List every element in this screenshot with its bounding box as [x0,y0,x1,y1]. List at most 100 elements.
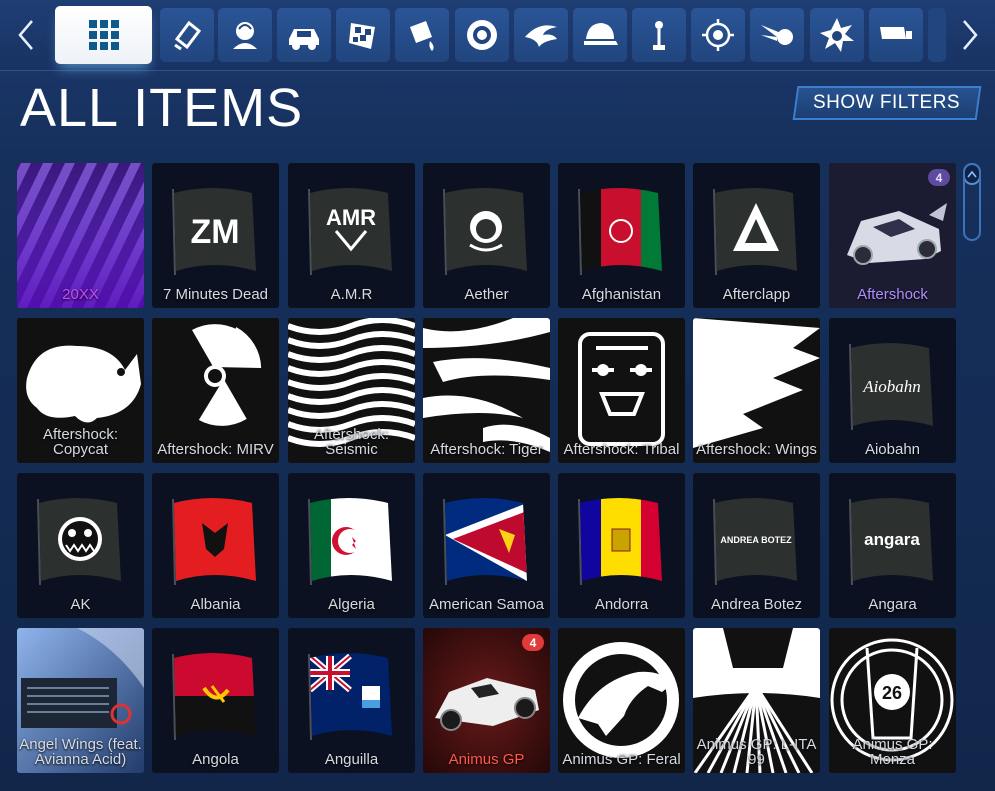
tab-paint-finish[interactable] [395,8,449,62]
item-tile[interactable]: Aftershock 4 [829,163,956,308]
item-name: Aether [464,286,509,303]
previous-category-button[interactable] [6,10,46,60]
svg-text:AMR: AMR [326,205,376,230]
scroll-thumb[interactable] [963,163,981,241]
item-name: Aftershock: Tribal [563,441,680,458]
tab-player-anthem[interactable] [218,8,272,62]
item-tile[interactable]: Animus GP: Feral [558,628,685,773]
item-name: Animus GP: L-ITA 99 [696,736,817,768]
inventory-window: ALL ITEMS SHOW FILTERS 20XX ZM 7 Minutes D… [0,0,995,791]
svg-text:26: 26 [882,683,902,703]
tab-boost[interactable] [514,8,568,62]
item-tile[interactable]: Andorra [558,473,685,618]
item-tile[interactable]: Aiobahn Aiobahn [829,318,956,463]
svg-text:ANDREA BOTEZ: ANDREA BOTEZ [720,535,792,545]
category-tab-overflow[interactable] [928,8,946,62]
car-body-icon [289,29,319,50]
item-tile[interactable]: angara Angara [829,473,956,618]
item-name: Andrea Botez [711,596,802,613]
item-tile[interactable]: AK [17,473,144,618]
show-filters-button[interactable]: SHOW FILTERS [792,86,982,120]
tab-checkered-flag[interactable] [336,8,390,62]
item-name: Algeria [328,596,375,613]
item-name: Animus GP [448,751,525,768]
grid-icon [88,20,119,50]
item-tile[interactable]: Aftershock: Tiger [423,318,550,463]
topper-cap-icon [584,23,618,45]
wheels-icon [467,20,497,50]
tab-goal-explosion[interactable] [810,8,864,62]
item-name: AK [70,596,91,613]
item-tile[interactable]: Aftershock: Copycat [17,318,144,463]
item-tile[interactable]: Angel Wings (feat. Avianna Acid) [17,628,144,773]
tab-wheels[interactable] [455,8,509,62]
tab-grid[interactable] [55,6,152,64]
item-tile[interactable]: Angola [152,628,279,773]
item-tile[interactable]: Animus GP 4 [423,628,550,773]
item-name: Angara [868,596,917,613]
engine-audio-icon [880,27,912,39]
item-tile[interactable]: Aftershock: Tribal [558,318,685,463]
tab-decal[interactable] [160,8,214,62]
trail-icon [761,25,793,45]
banner-emblem-icon [702,19,734,51]
item-name: Afghanistan [581,286,662,303]
item-tile[interactable]: 20XX [17,163,144,308]
page-title: ALL ITEMS [20,78,304,138]
item-tile[interactable]: Afterclapp [693,163,820,308]
decal-icon [174,20,202,51]
item-tile[interactable]: Animus GP: L-ITA 99 [693,628,820,773]
item-tile[interactable]: Afghanistan [558,163,685,308]
item-name: American Samoa [428,596,545,613]
boost-icon [525,25,557,47]
item-name: Aftershock: Copycat [42,426,119,458]
item-name: A.M.R [330,286,373,303]
item-name: Albania [190,596,241,613]
chevron-right-icon [963,20,978,50]
item-tile[interactable]: Aftershock: Wings [693,318,820,463]
item-name: Animus GP: Monza [852,736,933,768]
item-name: Andorra [594,596,649,613]
next-category-button[interactable] [950,10,990,60]
item-name: Aiobahn [864,441,921,458]
item-name: Animus GP: Feral [562,751,681,768]
item-tile[interactable]: American Samoa [423,473,550,618]
item-name: Aftershock [857,286,928,303]
item-tile[interactable]: AMR A.M.R [288,163,415,308]
category-tab-bar [0,0,995,71]
tab-antenna[interactable] [632,8,686,62]
quantity-badge: 4 [928,169,950,186]
checkered-flag-icon [349,23,375,49]
tab-engine-audio[interactable] [869,8,923,62]
item-tile[interactable]: Aftershock: Seismic [288,318,415,463]
item-tile[interactable]: Albania [152,473,279,618]
antenna-icon [653,21,665,50]
item-name: Angel Wings (feat. Avianna Acid) [19,736,142,768]
item-tile[interactable]: Anguilla [288,628,415,773]
show-filters-label: SHOW FILTERS [813,92,961,113]
item-tile[interactable]: Aftershock: MIRV [152,318,279,463]
tab-trail[interactable] [750,8,804,62]
item-tile[interactable]: Aether [423,163,550,308]
item-name: Aftershock: Tiger [430,441,543,458]
item-tile[interactable]: 26 Animus GP: Monza [829,628,956,773]
svg-text:angara: angara [864,530,920,549]
tab-topper-cap[interactable] [573,8,627,62]
player-anthem-icon [233,22,257,49]
item-name: Aftershock: MIRV [157,441,274,458]
tab-car-body[interactable] [277,8,331,62]
svg-text:Aiobahn: Aiobahn [862,377,921,396]
item-name: Angola [192,751,239,768]
item-name: 20XX [62,286,99,303]
tab-banner-emblem[interactable] [691,8,745,62]
quantity-badge: 4 [522,634,544,651]
scrollbar[interactable] [963,163,981,783]
item-name: Aftershock: Wings [696,441,817,458]
item-name: Afterclapp [722,286,791,303]
item-tile[interactable]: Algeria [288,473,415,618]
item-tile[interactable]: ANDREA BOTEZ Andrea Botez [693,473,820,618]
item-name: Anguilla [324,751,379,768]
item-tile[interactable]: ZM 7 Minutes Dead [152,163,279,308]
item-name: 7 Minutes Dead [162,286,269,303]
item-name: Aftershock: Seismic [313,426,390,458]
